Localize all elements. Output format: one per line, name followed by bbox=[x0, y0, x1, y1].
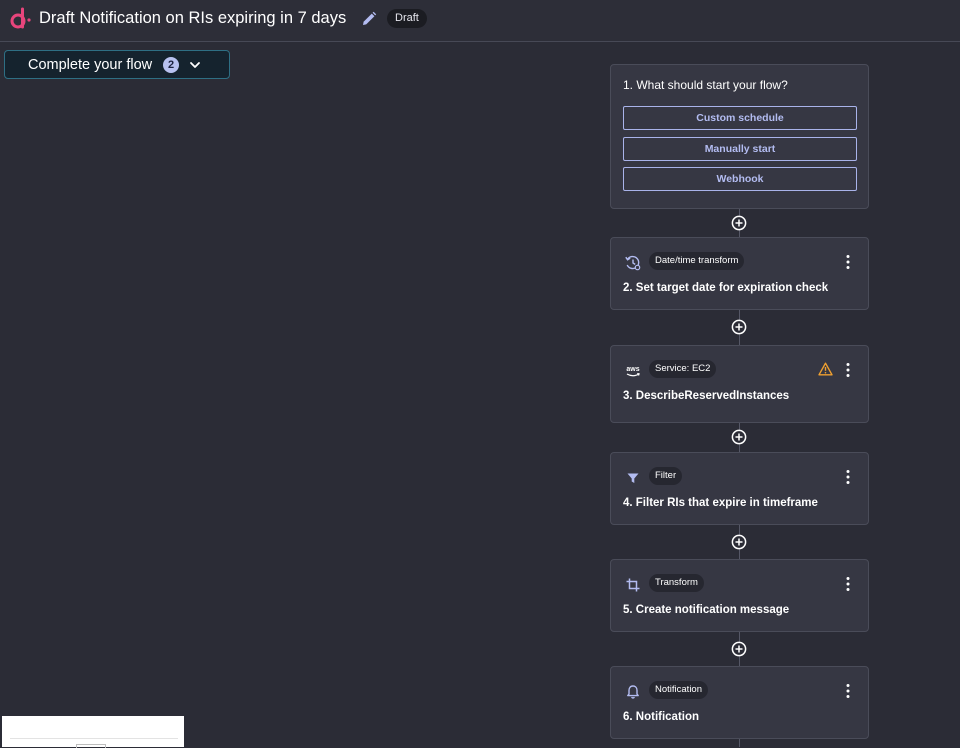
filter-icon bbox=[627, 473, 639, 483]
warning-icon[interactable] bbox=[818, 362, 833, 376]
more-options-icon[interactable] bbox=[845, 469, 851, 485]
add-step-plus-icon[interactable] bbox=[731, 641, 747, 657]
logo-icon bbox=[10, 7, 31, 29]
step-type-tag: Transform bbox=[649, 574, 704, 592]
step-card-notification[interactable]: Notification 6. Notification bbox=[610, 666, 869, 739]
step-card-datetime[interactable]: Date/time transform 2. Set target date f… bbox=[610, 237, 869, 310]
status-badge: Draft bbox=[387, 9, 427, 28]
step-type-tag: Filter bbox=[649, 467, 683, 485]
complete-flow-label: Complete your flow bbox=[28, 57, 153, 73]
step-card-filter[interactable]: Filter 4. Filter RIs that expire in time… bbox=[610, 452, 869, 525]
manually-start-button[interactable]: Manually start bbox=[623, 137, 857, 161]
step-card-ec2[interactable]: aws Service: EC2 3. DescribeReservedInst… bbox=[610, 345, 869, 423]
chevron-down-icon bbox=[190, 62, 200, 68]
more-options-icon[interactable] bbox=[845, 683, 851, 699]
complete-flow-button[interactable]: Complete your flow 2 bbox=[4, 50, 230, 79]
svg-text:aws: aws bbox=[626, 366, 639, 373]
crop-transform-icon bbox=[626, 578, 640, 592]
step-title: 2. Set target date for expiration check bbox=[623, 282, 829, 294]
step-title: 6. Notification bbox=[623, 711, 700, 723]
step-card-transform[interactable]: Transform 5. Create notification message bbox=[610, 559, 869, 632]
step-title: 4. Filter RIs that expire in timeframe bbox=[623, 497, 818, 509]
trigger-card: 1. What should start your flow? Custom s… bbox=[610, 64, 869, 209]
webhook-button[interactable]: Webhook bbox=[623, 167, 857, 191]
custom-schedule-button[interactable]: Custom schedule bbox=[623, 106, 857, 130]
flow-connector bbox=[739, 738, 740, 747]
minimap-viewport[interactable] bbox=[76, 744, 106, 748]
aws-icon: aws bbox=[626, 366, 640, 377]
page-title: Draft Notification on RIs expiring in 7 … bbox=[39, 9, 347, 27]
more-options-icon[interactable] bbox=[845, 254, 851, 270]
minimap-panel[interactable] bbox=[2, 716, 184, 748]
add-step-plus-icon[interactable] bbox=[731, 215, 747, 231]
add-step-plus-icon[interactable] bbox=[731, 319, 747, 335]
edit-pencil-icon[interactable] bbox=[360, 10, 378, 28]
step-title: 3. DescribeReservedInstances bbox=[623, 390, 790, 402]
datetime-transform-icon bbox=[625, 255, 641, 271]
add-step-plus-icon[interactable] bbox=[731, 534, 747, 550]
step-type-tag: Notification bbox=[649, 681, 708, 699]
more-options-icon[interactable] bbox=[845, 576, 851, 592]
step-title: 5. Create notification message bbox=[623, 604, 790, 616]
step-type-tag: Date/time transform bbox=[649, 252, 745, 270]
top-bar: Draft Notification on RIs expiring in 7 … bbox=[0, 0, 960, 42]
bell-icon bbox=[627, 685, 639, 699]
incomplete-count-badge: 2 bbox=[163, 57, 179, 73]
step-type-tag: Service: EC2 bbox=[649, 360, 717, 378]
add-step-plus-icon[interactable] bbox=[731, 429, 747, 445]
more-options-icon[interactable] bbox=[845, 362, 851, 378]
trigger-title: 1. What should start your flow? bbox=[623, 78, 788, 92]
